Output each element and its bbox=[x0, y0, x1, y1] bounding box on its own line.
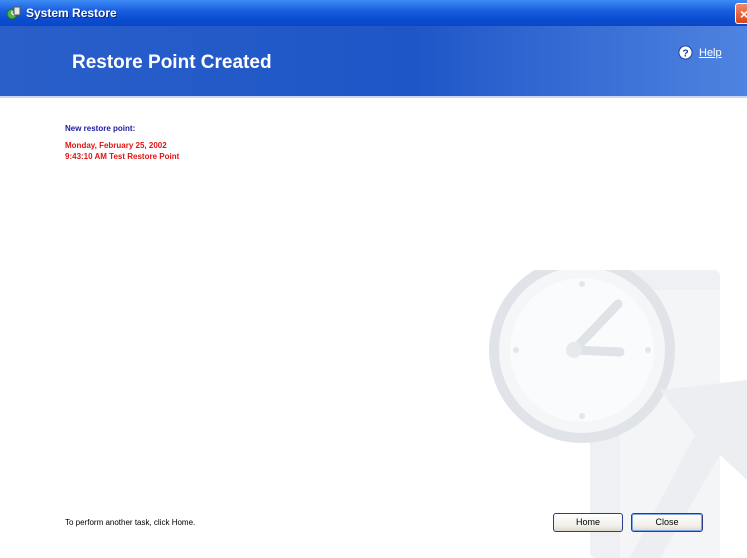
home-button[interactable]: Home bbox=[553, 513, 623, 532]
title-bar[interactable]: System Restore × bbox=[0, 0, 747, 26]
window-title: System Restore bbox=[26, 6, 117, 20]
svg-text:?: ? bbox=[682, 48, 688, 59]
help-label[interactable]: Help bbox=[699, 47, 722, 59]
window-close-button[interactable]: × bbox=[735, 3, 747, 24]
new-restore-point-label: New restore point: bbox=[65, 124, 136, 133]
help-icon: ? bbox=[678, 45, 693, 60]
page-title: Restore Point Created bbox=[72, 52, 272, 73]
header-band: Restore Point Created ? Help bbox=[0, 26, 747, 98]
restore-point-date: Monday, February 25, 2002 bbox=[65, 141, 167, 150]
help-link[interactable]: ? Help bbox=[678, 45, 722, 60]
close-button[interactable]: Close bbox=[631, 513, 703, 532]
restore-point-description: 9:43:10 AM Test Restore Point bbox=[65, 152, 180, 161]
system-restore-window: System Restore × Restore Point Created ?… bbox=[0, 0, 747, 558]
footer-hint: To perform another task, click Home. bbox=[65, 518, 196, 527]
system-restore-icon bbox=[6, 6, 21, 20]
